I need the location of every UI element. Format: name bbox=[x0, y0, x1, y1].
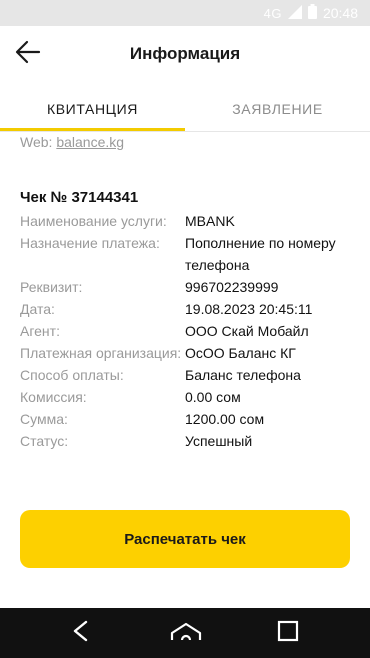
receipt-content: Web: balance.kg bbox=[20, 133, 350, 153]
square-recents-icon bbox=[277, 620, 299, 647]
detail-key: Назначение платежа: bbox=[20, 235, 160, 251]
print-receipt-label: Распечатать чек bbox=[124, 530, 246, 548]
battery-icon bbox=[307, 4, 317, 22]
receipt-title: Чек № 37144341 bbox=[20, 189, 139, 206]
detail-row-agent: Агент: ООО Скай Мобайл bbox=[20, 320, 360, 342]
detail-key: Реквизит: bbox=[20, 279, 83, 295]
tab-indicator bbox=[0, 128, 185, 131]
detail-row-amount: Сумма: 1200.00 сом bbox=[20, 408, 360, 430]
receipt-details: Наименование услуги: MBANK Назначение пл… bbox=[20, 210, 360, 452]
detail-key: Наименование услуги: bbox=[20, 213, 167, 229]
detail-value: Пополнение по номеру телефона bbox=[185, 235, 336, 273]
detail-key: Дата: bbox=[20, 301, 55, 317]
home-icon bbox=[170, 620, 202, 647]
detail-value: ОсОО Баланс КГ bbox=[185, 345, 296, 361]
detail-row-purpose: Назначение платежа: Пополнение по номеру… bbox=[20, 232, 360, 276]
triangle-back-icon bbox=[71, 620, 89, 647]
detail-value: Успешный bbox=[185, 433, 253, 449]
nav-home-button[interactable] bbox=[170, 620, 202, 646]
detail-key: Статус: bbox=[20, 433, 69, 449]
detail-row-requisite: Реквизит: 996702239999 bbox=[20, 276, 360, 298]
system-nav-bar bbox=[0, 608, 370, 658]
detail-key: Способ оплаты: bbox=[20, 367, 124, 383]
status-bar: 4G 20:48 bbox=[0, 0, 370, 26]
signal-icon bbox=[287, 4, 302, 22]
web-link[interactable]: balance.kg bbox=[56, 134, 124, 150]
app-bar: Информация bbox=[0, 26, 370, 82]
status-indicators: 4G 20:48 bbox=[264, 0, 358, 26]
nav-recents-button[interactable] bbox=[274, 620, 302, 646]
print-receipt-button[interactable]: Распечатать чек bbox=[20, 510, 350, 568]
nav-back-button[interactable] bbox=[66, 620, 94, 646]
detail-key: Комиссия: bbox=[20, 389, 87, 405]
web-label: Web: bbox=[20, 134, 53, 150]
detail-row-date: Дата: 19.08.2023 20:45:11 bbox=[20, 298, 360, 320]
detail-value: MBANK bbox=[185, 213, 235, 229]
detail-value: ООО Скай Мобайл bbox=[185, 323, 309, 339]
tab-bar: КВИТАНЦИЯ ЗАЯВЛЕНИЕ bbox=[0, 86, 370, 132]
detail-row-service: Наименование услуги: MBANK bbox=[20, 210, 360, 232]
tab-statement[interactable]: ЗАЯВЛЕНИЕ bbox=[185, 86, 370, 131]
detail-row-status: Статус: Успешный bbox=[20, 430, 360, 452]
detail-key: Сумма: bbox=[20, 411, 68, 427]
tab-receipt[interactable]: КВИТАНЦИЯ bbox=[0, 86, 185, 131]
detail-key: Платежная организация: bbox=[20, 345, 182, 361]
web-line: Web: balance.kg bbox=[20, 133, 350, 153]
detail-row-payment-method: Способ оплаты: Баланс телефона bbox=[20, 364, 360, 386]
detail-key: Агент: bbox=[20, 323, 60, 339]
tab-receipt-label: КВИТАНЦИЯ bbox=[46, 100, 139, 117]
detail-value: 1200.00 сом bbox=[185, 411, 265, 427]
detail-value: 19.08.2023 20:45:11 bbox=[185, 301, 313, 317]
network-type: 4G bbox=[263, 5, 282, 21]
detail-value: 0.00 сом bbox=[185, 389, 241, 405]
page-title: Информация bbox=[129, 44, 241, 63]
detail-value: 996702239999 bbox=[185, 279, 279, 295]
detail-row-commission: Комиссия: 0.00 сом bbox=[20, 386, 360, 408]
status-time: 20:48 bbox=[322, 5, 358, 21]
detail-row-organization: Платежная организация: ОсОО Баланс КГ bbox=[20, 342, 360, 364]
tab-statement-label: ЗАЯВЛЕНИЕ bbox=[232, 100, 323, 117]
detail-value: Баланс телефона bbox=[185, 367, 301, 383]
